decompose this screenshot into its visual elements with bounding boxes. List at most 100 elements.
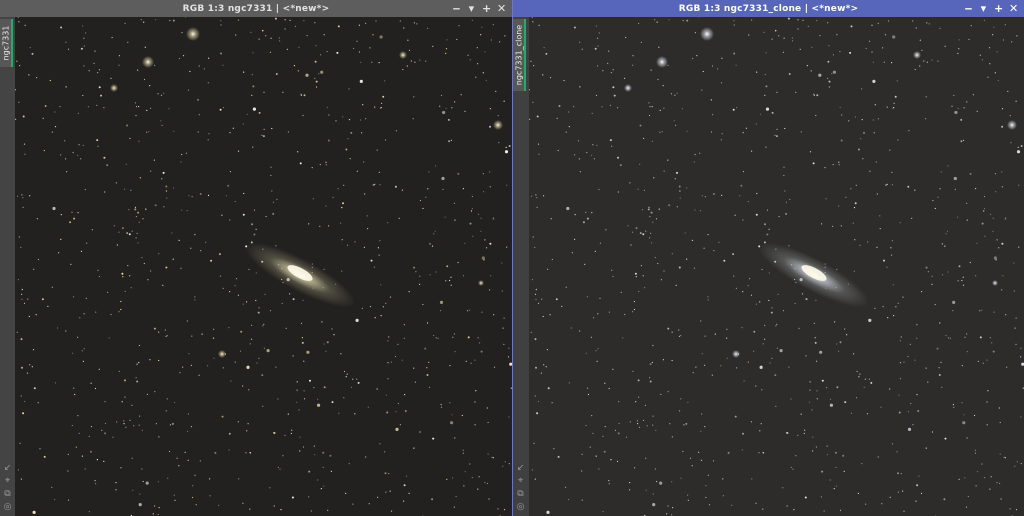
star — [463, 485, 465, 487]
star — [996, 51, 998, 53]
star — [385, 302, 387, 304]
star — [667, 505, 669, 507]
fit-view-icon[interactable]: ↙ — [4, 463, 12, 474]
star — [474, 424, 476, 426]
window-titlebar[interactable]: RGB 1:3 ngc7331 | <*new*> ‒ ▾ + ✕ — [0, 0, 512, 17]
star — [939, 322, 941, 324]
image-canvas[interactable] — [15, 17, 512, 516]
zoom-icon[interactable]: ⌖ — [5, 476, 10, 487]
view-tab-ngc7331[interactable]: ngc7331 — [0, 19, 13, 67]
star — [889, 149, 891, 151]
star — [19, 442, 21, 444]
star — [595, 455, 597, 457]
star — [139, 415, 141, 417]
star — [941, 243, 943, 245]
star — [367, 406, 369, 408]
star — [542, 315, 544, 318]
star — [809, 389, 811, 391]
star — [608, 387, 610, 390]
star — [895, 306, 897, 308]
window-titlebar[interactable]: RGB 1:3 ngc7331_clone | <*new*> ‒ ▾ + ✕ — [513, 0, 1024, 17]
star — [966, 333, 968, 335]
star — [939, 188, 941, 190]
star — [345, 148, 348, 151]
minimize-icon[interactable]: ‒ — [964, 3, 973, 14]
star — [592, 144, 594, 146]
star — [286, 48, 288, 50]
star — [1003, 456, 1005, 458]
star — [258, 357, 260, 359]
star — [941, 274, 944, 276]
shade-icon[interactable]: ▾ — [467, 3, 476, 14]
star — [452, 477, 454, 479]
star — [798, 327, 800, 329]
star — [676, 206, 678, 208]
star — [355, 318, 359, 322]
star — [649, 216, 651, 218]
star — [146, 131, 148, 133]
clone-icon[interactable]: ⧉ — [4, 489, 10, 500]
close-icon[interactable]: ✕ — [1009, 3, 1018, 14]
star — [938, 374, 941, 376]
star — [451, 107, 453, 109]
mask-icon[interactable]: ◎ — [4, 502, 12, 513]
mask-icon[interactable]: ◎ — [517, 502, 525, 513]
star — [637, 379, 640, 382]
star — [289, 293, 291, 295]
star — [898, 411, 901, 414]
star — [65, 158, 67, 160]
view-tab-ngc7331-clone[interactable]: ngc7331_clone — [513, 19, 526, 91]
star — [695, 366, 697, 368]
star — [220, 20, 222, 22]
star — [404, 394, 406, 396]
close-icon[interactable]: ✕ — [497, 3, 506, 14]
star — [745, 127, 747, 129]
star — [761, 389, 763, 391]
star — [121, 401, 123, 403]
star — [766, 209, 769, 211]
star — [840, 139, 843, 142]
star — [319, 164, 321, 166]
image-window-ngc7331-clone[interactable]: RGB 1:3 ngc7331_clone | <*new*> ‒ ▾ + ✕ … — [513, 0, 1024, 516]
star — [435, 165, 437, 167]
fit-view-icon[interactable]: ↙ — [517, 463, 525, 474]
star — [934, 207, 936, 210]
star — [130, 287, 132, 289]
star — [726, 328, 728, 330]
maximize-icon[interactable]: + — [994, 3, 1003, 14]
star — [983, 477, 986, 479]
star — [64, 140, 66, 142]
star — [128, 209, 130, 211]
star — [399, 424, 401, 426]
star — [319, 225, 321, 227]
zoom-icon[interactable]: ⌖ — [518, 476, 523, 487]
star — [667, 327, 670, 330]
maximize-icon[interactable]: + — [482, 3, 491, 14]
star — [819, 35, 821, 37]
star — [357, 381, 360, 384]
star — [187, 413, 189, 415]
star — [293, 65, 295, 67]
shade-icon[interactable]: ▾ — [979, 3, 988, 14]
star — [685, 422, 688, 425]
star — [952, 404, 954, 406]
star — [639, 163, 641, 165]
star — [797, 434, 799, 436]
star — [742, 219, 744, 221]
star — [388, 473, 390, 475]
star — [483, 259, 485, 261]
star — [947, 337, 950, 339]
star — [314, 60, 317, 63]
star — [771, 38, 773, 40]
star — [21, 194, 23, 196]
clone-icon[interactable]: ⧉ — [517, 489, 523, 500]
minimize-icon[interactable]: ‒ — [452, 3, 461, 14]
image-canvas[interactable] — [529, 17, 1024, 516]
star — [88, 435, 90, 437]
star — [643, 137, 645, 139]
star-field-image — [529, 17, 1024, 516]
star — [869, 40, 871, 42]
star — [480, 217, 482, 219]
star — [678, 266, 681, 269]
image-window-ngc7331[interactable]: RGB 1:3 ngc7331 | <*new*> ‒ ▾ + ✕ ngc733… — [0, 0, 512, 516]
